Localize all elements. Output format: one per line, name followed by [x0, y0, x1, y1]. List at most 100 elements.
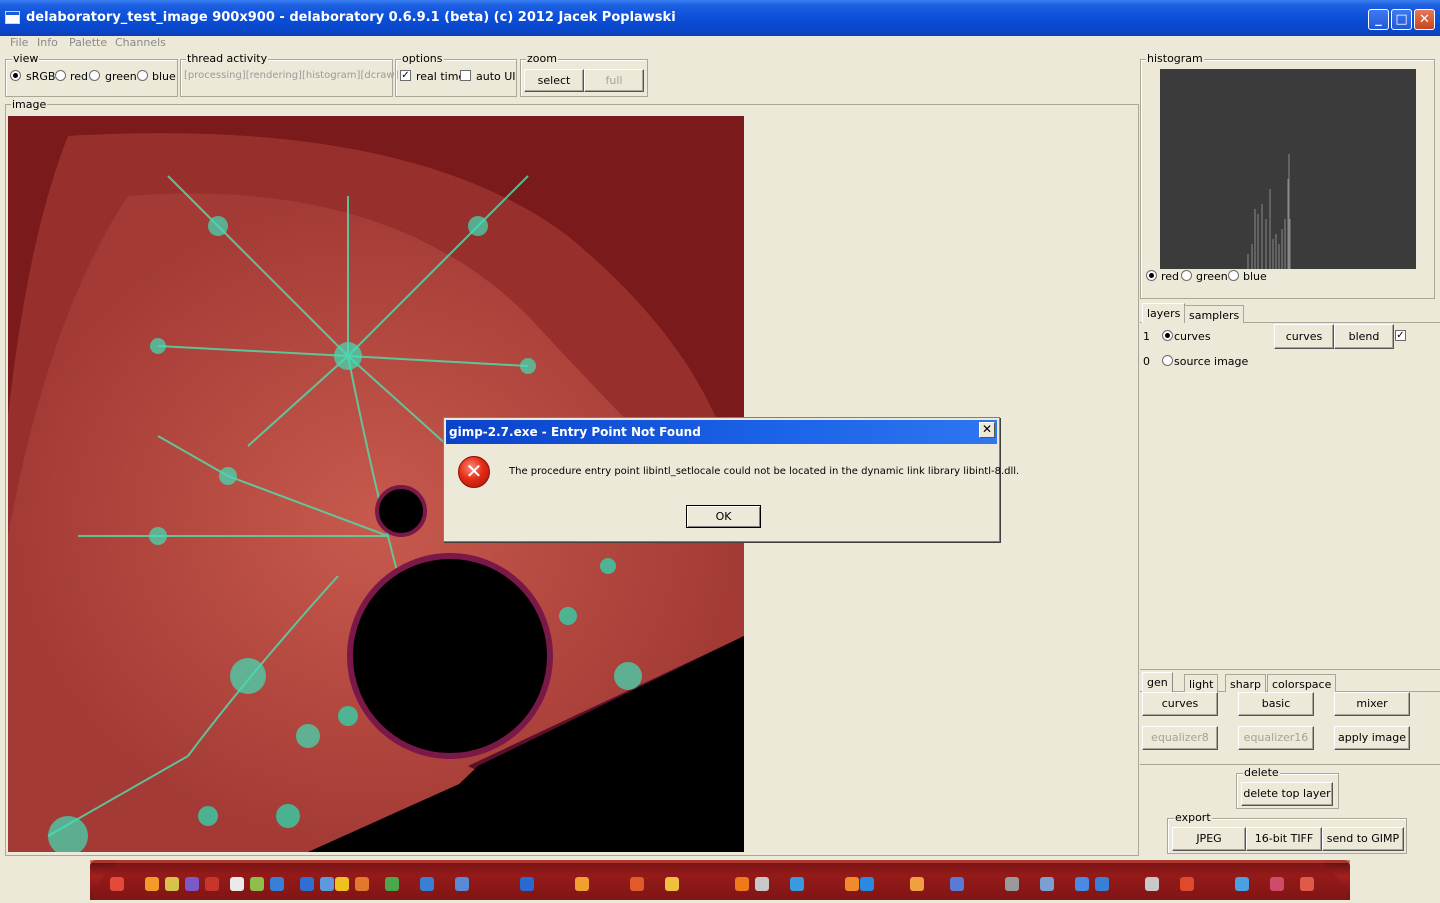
error-dialog: gimp-2.7.exe - Entry Point Not Found ✕ ✕…	[443, 417, 1019, 542]
dialog-close-button[interactable]: ✕	[979, 422, 995, 438]
app-icon-21[interactable]	[1180, 877, 1194, 891]
app-icon-14[interactable]	[860, 877, 874, 891]
maximize-button[interactable]: □	[1391, 9, 1412, 30]
zoom-full-button[interactable]: full	[584, 69, 644, 92]
histogram-radio-green[interactable]	[1181, 270, 1192, 281]
histogram-option-red: red	[1161, 270, 1180, 283]
curves-button[interactable]: curves	[1142, 692, 1218, 716]
view-radio-srgb[interactable]	[10, 70, 21, 81]
dialog-title: gimp-2.7.exe - Entry Point Not Found	[449, 425, 701, 439]
app-icon-2[interactable]	[250, 877, 264, 891]
delete-top-layer-button[interactable]: delete top layer	[1241, 782, 1333, 806]
auto-ui-label: auto UI	[476, 70, 516, 83]
app-icon-7[interactable]	[520, 877, 534, 891]
histogram-graphic	[1247, 154, 1291, 269]
equalizer16-button[interactable]: equalizer16	[1238, 726, 1314, 750]
app-icon-4[interactable]	[320, 877, 334, 891]
app-icon-19[interactable]	[1075, 877, 1089, 891]
layer-radio-source-image[interactable]	[1162, 355, 1173, 366]
window-title: delaboratory_test_image 900x900 - delabo…	[26, 10, 676, 25]
menu-channels[interactable]: Channels	[115, 36, 166, 49]
app-icon-22[interactable]	[1235, 877, 1249, 891]
histogram-option-blue: blue	[1243, 270, 1267, 283]
monitor-icon[interactable]	[300, 877, 314, 891]
view-option-blue: blue	[152, 70, 176, 83]
error-icon: ✕	[458, 456, 490, 488]
keyboard-icon[interactable]	[230, 877, 244, 891]
image-label: image	[11, 98, 48, 111]
histogram-label: histogram	[1146, 52, 1204, 65]
app-icon-20[interactable]	[1095, 877, 1109, 891]
histogram-option-green: green	[1196, 270, 1228, 283]
tab-colorspace[interactable]: colorspace	[1267, 674, 1337, 692]
dialog-title-bar[interactable]: gimp-2.7.exe - Entry Point Not Found	[446, 420, 997, 444]
menu-palette[interactable]: Palette	[69, 36, 107, 49]
view-radio-blue[interactable]	[137, 70, 148, 81]
app-icon-24[interactable]	[1300, 877, 1314, 891]
minimize-button[interactable]: _	[1368, 9, 1389, 30]
view-option-srgb: sRGB	[26, 70, 56, 83]
layer-index: 1	[1143, 330, 1150, 343]
app-icon	[5, 11, 20, 24]
app-icon-5[interactable]	[355, 877, 369, 891]
layer-radio-curves[interactable]	[1162, 330, 1173, 341]
send-to-gimp-button[interactable]: send to GIMP	[1322, 827, 1404, 851]
histogram-radio-blue[interactable]	[1228, 270, 1239, 281]
app-icon-11[interactable]	[735, 877, 749, 891]
layer-curves-button[interactable]: curves	[1274, 324, 1334, 349]
app-icon-6[interactable]	[385, 877, 399, 891]
view-radio-red[interactable]	[55, 70, 66, 81]
app-icon-8[interactable]	[575, 877, 589, 891]
app-icon-23[interactable]	[1270, 877, 1284, 891]
app-icon-15[interactable]	[910, 877, 924, 891]
zoom-select-button[interactable]: select	[524, 69, 584, 92]
app-icon-13[interactable]	[845, 877, 859, 891]
globe-icon[interactable]	[455, 877, 469, 891]
pdf-icon[interactable]	[205, 877, 219, 891]
window-title-bar[interactable]: delaboratory_test_image 900x900 - delabo…	[0, 0, 1440, 36]
layer-index: 0	[1143, 355, 1150, 368]
tab-light[interactable]: light	[1184, 674, 1219, 692]
app-icon-16[interactable]	[950, 877, 964, 891]
tab-samplers[interactable]: samplers	[1184, 305, 1245, 323]
app-icon-3[interactable]	[270, 877, 284, 891]
settings-icon[interactable]	[755, 877, 769, 891]
folder-icon[interactable]	[165, 877, 179, 891]
histogram-radio-red[interactable]	[1146, 270, 1157, 281]
app-icon-10[interactable]	[665, 877, 679, 891]
mixer-button[interactable]: mixer	[1334, 692, 1410, 716]
basic-button[interactable]: basic	[1238, 692, 1314, 716]
close-window-button[interactable]: ✕	[1414, 9, 1435, 30]
dialog-message: The procedure entry point libintl_setloc…	[509, 466, 1020, 477]
view-option-green: green	[105, 70, 137, 83]
view-label: view	[12, 52, 40, 65]
apply-image-button[interactable]: apply image	[1334, 726, 1410, 750]
start-icon[interactable]	[110, 877, 124, 891]
app-icon-12[interactable]	[790, 877, 804, 891]
firefox-icon[interactable]	[145, 877, 159, 891]
export-label: export	[1174, 811, 1212, 824]
layer-enabled-checkbox[interactable]: ✓	[1395, 330, 1406, 341]
tab-sharp[interactable]: sharp	[1225, 674, 1266, 692]
layer-blend-button[interactable]: blend	[1334, 324, 1394, 349]
export-tiff-button[interactable]: 16-bit TIFF	[1246, 827, 1322, 851]
gear-icon[interactable]	[1145, 877, 1159, 891]
app-icon-17[interactable]	[1005, 877, 1019, 891]
menu-file[interactable]: File	[10, 36, 28, 49]
browser-icon[interactable]	[420, 877, 434, 891]
text-icon[interactable]	[335, 877, 349, 891]
export-jpeg-button[interactable]: JPEG	[1172, 827, 1246, 851]
options-label: options	[401, 52, 444, 65]
auto-ui-checkbox[interactable]	[460, 70, 471, 81]
view-radio-green[interactable]	[89, 70, 100, 81]
real-time-label: real time	[416, 70, 466, 83]
tab-layers[interactable]: layers	[1142, 303, 1186, 323]
dialog-ok-button[interactable]: OK	[686, 505, 761, 528]
app-icon-1[interactable]	[185, 877, 199, 891]
real-time-checkbox[interactable]: ✓	[400, 70, 411, 81]
equalizer8-button[interactable]: equalizer8	[1142, 726, 1218, 750]
menu-info[interactable]: Info	[37, 36, 58, 49]
app-icon-9[interactable]	[630, 877, 644, 891]
tab-gen[interactable]: gen	[1142, 672, 1173, 692]
app-icon-18[interactable]	[1040, 877, 1054, 891]
